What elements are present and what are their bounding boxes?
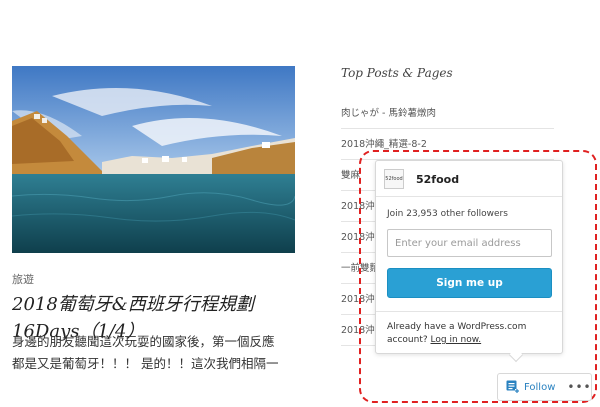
email-input[interactable] <box>387 229 552 257</box>
follow-button[interactable]: Follow <box>498 374 555 400</box>
post-category[interactable]: 旅遊 <box>12 271 34 287</box>
divider <box>376 196 562 197</box>
post-excerpt: 身邊的朋友聽聞這次玩耍的國家後，第一個反應 都是又是葡萄牙！！！ 是的！！這次我… <box>12 331 302 375</box>
follow-label[interactable]: Follow <box>524 382 555 393</box>
follow-bar: Follow ••• <box>497 373 592 401</box>
site-icon: 52food <box>384 169 404 189</box>
login-prompt: Already have a WordPress.com account? Lo… <box>387 321 557 347</box>
excerpt-line-2: 都是又是葡萄牙！！！ 是的！！這次我們相隔一 <box>12 356 279 371</box>
post-title-line-1[interactable]: 2018葡萄牙&西班牙行程規劃 <box>12 291 302 318</box>
site-header: 52food 52food <box>384 169 459 189</box>
follow-icon <box>506 378 519 397</box>
widget-title: Top Posts & Pages <box>341 66 453 80</box>
sign-me-up-button[interactable]: Sign me up <box>387 268 552 298</box>
divider <box>376 311 562 312</box>
excerpt-line-1: 身邊的朋友聽聞這次玩耍的國家後，第一個反應 <box>12 334 275 349</box>
post-featured-image[interactable] <box>12 66 295 253</box>
followers-count: Join 23,953 other followers <box>387 209 508 219</box>
login-link[interactable]: Log in now. <box>431 335 482 345</box>
top-post-item[interactable]: 肉じゃが - 馬鈴薯燉肉 <box>341 98 554 129</box>
follow-popover: 52food 52food Join 23,953 other follower… <box>375 160 563 354</box>
site-name[interactable]: 52food <box>416 173 459 186</box>
more-options-button[interactable]: ••• <box>567 380 591 394</box>
